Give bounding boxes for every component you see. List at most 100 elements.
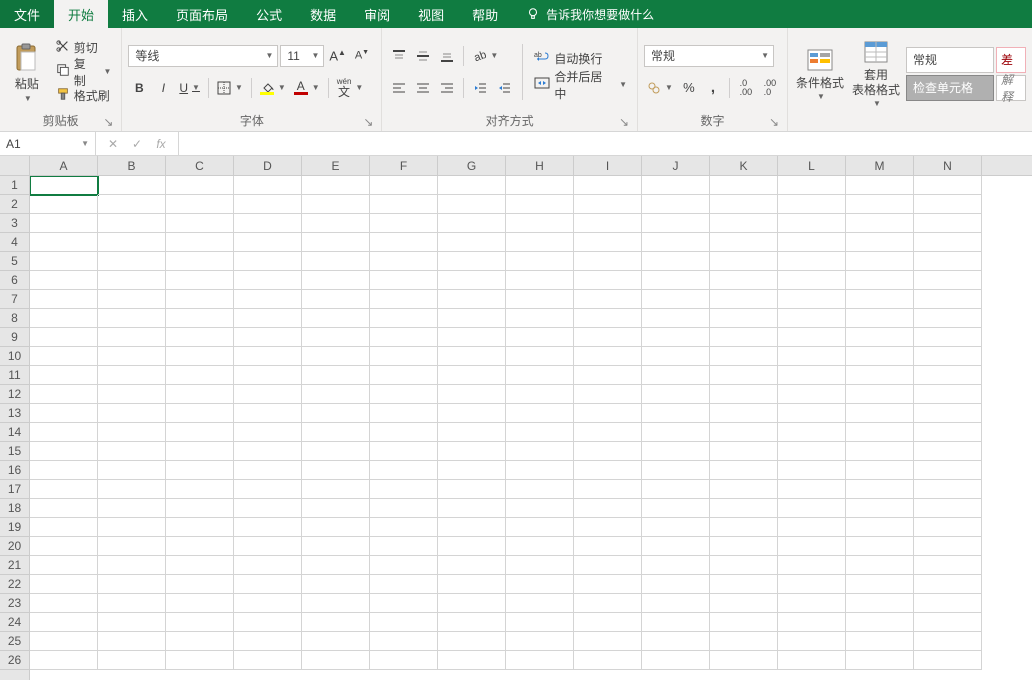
cell[interactable] <box>166 195 234 214</box>
cell[interactable] <box>914 328 982 347</box>
cell[interactable] <box>166 480 234 499</box>
cell[interactable] <box>710 271 778 290</box>
select-all-corner[interactable] <box>0 156 30 176</box>
cell[interactable] <box>438 613 506 632</box>
cell[interactable] <box>166 385 234 404</box>
cell[interactable] <box>778 499 846 518</box>
column-header[interactable]: N <box>914 156 982 175</box>
cell[interactable] <box>710 366 778 385</box>
row-header[interactable]: 3 <box>0 214 29 233</box>
cell[interactable] <box>914 632 982 651</box>
dialog-launcher-icon[interactable]: ↘ <box>361 115 375 129</box>
cell[interactable] <box>710 176 778 195</box>
cell[interactable] <box>234 613 302 632</box>
cell[interactable] <box>438 423 506 442</box>
cell[interactable] <box>914 252 982 271</box>
cell[interactable] <box>778 594 846 613</box>
cell[interactable] <box>302 632 370 651</box>
row-header[interactable]: 1 <box>0 176 29 195</box>
cell[interactable] <box>642 594 710 613</box>
cell[interactable] <box>98 271 166 290</box>
cell[interactable] <box>30 309 98 328</box>
cell[interactable] <box>370 252 438 271</box>
column-header[interactable]: L <box>778 156 846 175</box>
cell[interactable] <box>642 461 710 480</box>
cell[interactable] <box>642 556 710 575</box>
cell[interactable] <box>914 366 982 385</box>
cell[interactable] <box>642 651 710 670</box>
increase-font-button[interactable]: A▲ <box>326 45 349 67</box>
cell[interactable] <box>438 537 506 556</box>
cell[interactable] <box>778 575 846 594</box>
cell[interactable] <box>642 347 710 366</box>
cell[interactable] <box>166 176 234 195</box>
cell[interactable] <box>642 290 710 309</box>
cell[interactable] <box>302 290 370 309</box>
cell[interactable] <box>642 271 710 290</box>
cell[interactable] <box>370 499 438 518</box>
column-header[interactable]: M <box>846 156 914 175</box>
cell[interactable] <box>166 233 234 252</box>
cell[interactable] <box>234 233 302 252</box>
cell[interactable] <box>438 271 506 290</box>
tab-insert[interactable]: 插入 <box>108 0 162 28</box>
style-normal[interactable]: 常规 <box>906 47 994 73</box>
cell[interactable] <box>914 309 982 328</box>
row-header[interactable]: 13 <box>0 404 29 423</box>
font-family-combo[interactable]: 等线▼ <box>128 45 278 67</box>
cell[interactable] <box>302 651 370 670</box>
cell[interactable] <box>710 252 778 271</box>
cell[interactable] <box>506 309 574 328</box>
style-check-cell[interactable]: 检查单元格 <box>906 75 994 101</box>
cell[interactable] <box>506 632 574 651</box>
cell[interactable] <box>710 556 778 575</box>
cell[interactable] <box>574 271 642 290</box>
cell[interactable] <box>846 632 914 651</box>
cell[interactable] <box>506 442 574 461</box>
cell[interactable] <box>438 290 506 309</box>
enter-formula-button[interactable]: ✓ <box>126 133 148 155</box>
cell[interactable] <box>438 518 506 537</box>
cell[interactable] <box>370 214 438 233</box>
cell[interactable] <box>710 290 778 309</box>
cell[interactable] <box>642 328 710 347</box>
cell[interactable] <box>98 366 166 385</box>
dialog-launcher-icon[interactable]: ↘ <box>101 115 115 129</box>
column-header[interactable]: F <box>370 156 438 175</box>
cell[interactable] <box>234 632 302 651</box>
cell[interactable] <box>370 613 438 632</box>
cell[interactable] <box>846 347 914 366</box>
cell[interactable] <box>914 594 982 613</box>
cell[interactable] <box>642 366 710 385</box>
cell[interactable] <box>302 404 370 423</box>
row-header[interactable]: 21 <box>0 556 29 575</box>
cell[interactable] <box>98 423 166 442</box>
cell[interactable] <box>914 537 982 556</box>
cell[interactable] <box>438 404 506 423</box>
cell[interactable] <box>234 328 302 347</box>
cell[interactable] <box>98 290 166 309</box>
cell[interactable] <box>166 404 234 423</box>
cell[interactable] <box>642 423 710 442</box>
cell[interactable] <box>506 575 574 594</box>
cell[interactable] <box>98 651 166 670</box>
cell[interactable] <box>98 556 166 575</box>
align-top-button[interactable] <box>388 45 410 67</box>
cell[interactable] <box>914 233 982 252</box>
cell[interactable] <box>914 518 982 537</box>
cell[interactable] <box>778 347 846 366</box>
bold-button[interactable]: B <box>128 77 150 99</box>
cell[interactable] <box>166 594 234 613</box>
cell[interactable] <box>574 176 642 195</box>
cell[interactable] <box>710 385 778 404</box>
cell[interactable] <box>710 480 778 499</box>
cell[interactable] <box>778 556 846 575</box>
cell[interactable] <box>302 423 370 442</box>
cell[interactable] <box>710 499 778 518</box>
cell[interactable] <box>30 499 98 518</box>
cell[interactable] <box>438 461 506 480</box>
cell[interactable] <box>234 556 302 575</box>
orientation-button[interactable]: ab▼ <box>469 45 501 67</box>
cell[interactable] <box>710 442 778 461</box>
cell[interactable] <box>234 271 302 290</box>
